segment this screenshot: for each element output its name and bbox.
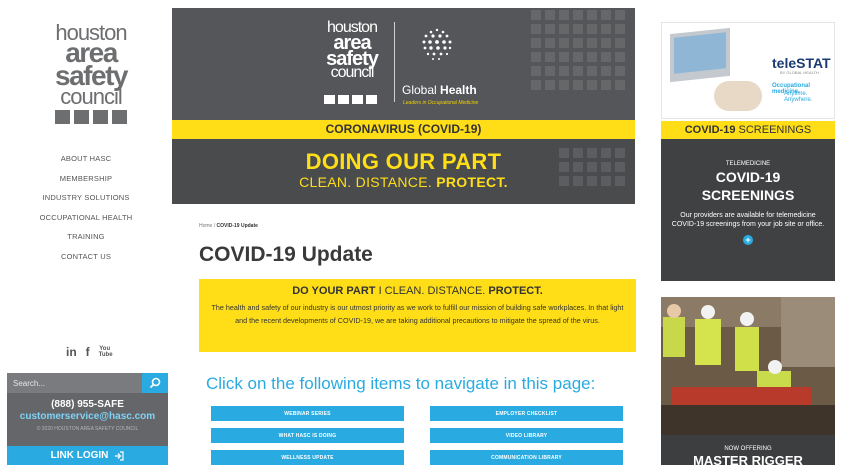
telestat-logo: teleSTAT xyxy=(772,55,831,71)
hero-logo-line: council xyxy=(330,63,375,81)
hero-subhead-bold: PROTECT. xyxy=(436,174,508,190)
screenings-title-1: COVID-19 xyxy=(715,169,781,185)
global-health-logo: Global Health xyxy=(402,83,477,97)
telestat-by: BY GLOBAL HEALTH xyxy=(780,70,819,75)
search-input[interactable] xyxy=(7,373,142,393)
search-button[interactable] xyxy=(142,373,168,393)
hero-logo-squares xyxy=(324,95,377,104)
copyright: © 2020 HOUSTON AREA SAFETY COUNCIL xyxy=(36,426,139,432)
email-link[interactable]: customerservice@hasc.com xyxy=(7,411,168,422)
notice-box: DO YOUR PART I CLEAN. DISTANCE. PROTECT.… xyxy=(199,279,636,352)
hand-illustration xyxy=(714,81,762,111)
screenings-kicker: TELEMEDICINE xyxy=(725,161,771,167)
screenings-band-plain: SCREENINGS xyxy=(735,124,812,136)
employer-checklist-button[interactable]: EMPLOYER CHECKLIST xyxy=(430,406,623,421)
master-rigger-title: MASTER RIGGER xyxy=(693,453,803,465)
nav-item-contact[interactable]: CONTACT US xyxy=(0,247,172,267)
laptop-screen xyxy=(674,32,726,74)
globe-icon xyxy=(422,28,452,60)
breadcrumb-home[interactable]: Home xyxy=(199,223,212,229)
covid-band: CORONAVIRUS (COVID-19) xyxy=(172,120,635,139)
telestat-tagline-2: Anytime. Anywhere. xyxy=(784,91,813,103)
social-links: in f You Tube xyxy=(66,345,113,359)
screenings-title-2: SCREENINGS xyxy=(701,187,795,203)
global-health-tagline: Leaders in Occupational Medicine xyxy=(403,100,479,106)
screenings-band-bold: COVID-19 xyxy=(684,124,736,136)
notice-heading-end: PROTECT. xyxy=(488,285,543,297)
breadcrumb-current: COVID-19 Update xyxy=(216,223,258,229)
linkedin-icon[interactable]: in xyxy=(66,345,77,359)
what-hasc-is-doing-button[interactable]: WHAT HASC IS DOING xyxy=(211,428,404,443)
hero-hasc-logo: houston area safety council xyxy=(322,20,382,81)
youtube-icon[interactable]: You Tube xyxy=(99,346,113,358)
navigate-title: Click on the following items to navigate… xyxy=(206,374,596,393)
hero-subhead-plain: CLEAN. DISTANCE. xyxy=(299,174,433,190)
workers-photo xyxy=(661,297,835,435)
webinar-series-button[interactable]: WEBINAR SERIES xyxy=(211,406,404,421)
screenings-body: Our providers are available for telemedi… xyxy=(671,212,825,228)
main-nav: ABOUT HASC MEMBERSHIP INDUSTRY SOLUTIONS… xyxy=(0,149,172,267)
facebook-icon[interactable]: f xyxy=(86,345,90,359)
login-label: LINK LOGIN xyxy=(50,450,109,461)
login-icon xyxy=(115,450,124,461)
search-bar xyxy=(7,373,168,393)
master-rigger-ad[interactable]: NOW OFFERING MASTER RIGGER xyxy=(661,297,835,465)
nav-item-industry-solutions[interactable]: INDUSTRY SOLUTIONS xyxy=(0,188,172,208)
sidebar: houston area safety council ABOUT HASC M… xyxy=(0,0,172,465)
search-icon xyxy=(149,377,161,389)
breadcrumb-separator: / xyxy=(213,223,216,229)
link-login-button[interactable]: LINK LOGIN xyxy=(7,446,168,465)
hero-headline: DOING OUR PART xyxy=(305,149,502,174)
hasc-logo[interactable]: houston area safety council xyxy=(52,21,130,109)
logo-line: council xyxy=(60,83,122,109)
hero-banner: houston area safety council Global Healt… xyxy=(172,8,635,204)
master-rigger-kicker: NOW OFFERING xyxy=(724,446,772,452)
notice-body: The health and safety of our industry is… xyxy=(211,303,624,325)
logo-squares xyxy=(55,110,127,124)
hero-subhead: CLEAN. DISTANCE. PROTECT. xyxy=(172,174,635,190)
notice-heading: DO YOUR PART I CLEAN. DISTANCE. PROTECT. xyxy=(199,285,636,297)
global-health-bold: Health xyxy=(440,83,477,97)
nav-item-training[interactable]: TRAINING xyxy=(0,227,172,247)
screenings-band: COVID-19 SCREENINGS xyxy=(661,121,835,139)
screenings-box[interactable]: TELEMEDICINE COVID-19 SCREENINGS Our pro… xyxy=(661,139,835,281)
contact-block: (888) 955-SAFE customerservice@hasc.com … xyxy=(7,393,168,446)
page-title: COVID-19 Update xyxy=(199,243,373,266)
communication-library-button[interactable]: COMMUNICATION LIBRARY xyxy=(430,450,623,465)
notice-heading-mid: I CLEAN. DISTANCE. xyxy=(375,285,489,297)
plus-icon[interactable]: + xyxy=(743,235,753,245)
phone-number[interactable]: (888) 955-SAFE xyxy=(7,399,168,410)
video-library-button[interactable]: VIDEO LIBRARY xyxy=(430,428,623,443)
notice-heading-bold: DO YOUR PART xyxy=(292,285,376,297)
nav-item-occupational-health[interactable]: OCCUPATIONAL HEALTH xyxy=(0,208,172,228)
nav-item-about[interactable]: ABOUT HASC xyxy=(0,149,172,169)
logo-divider xyxy=(394,22,395,102)
breadcrumb: Home / COVID-19 Update xyxy=(199,223,258,229)
page: houston area safety council ABOUT HASC M… xyxy=(0,0,863,465)
global-health-word: Global xyxy=(402,83,437,97)
decorative-mosaic xyxy=(531,10,625,90)
wellness-update-button[interactable]: WELLNESS UPDATE xyxy=(211,450,404,465)
nav-item-membership[interactable]: MEMBERSHIP xyxy=(0,169,172,189)
telestat-ad[interactable]: teleSTAT BY GLOBAL HEALTH Occupational m… xyxy=(661,22,835,119)
master-rigger-footer: NOW OFFERING MASTER RIGGER xyxy=(661,435,835,465)
